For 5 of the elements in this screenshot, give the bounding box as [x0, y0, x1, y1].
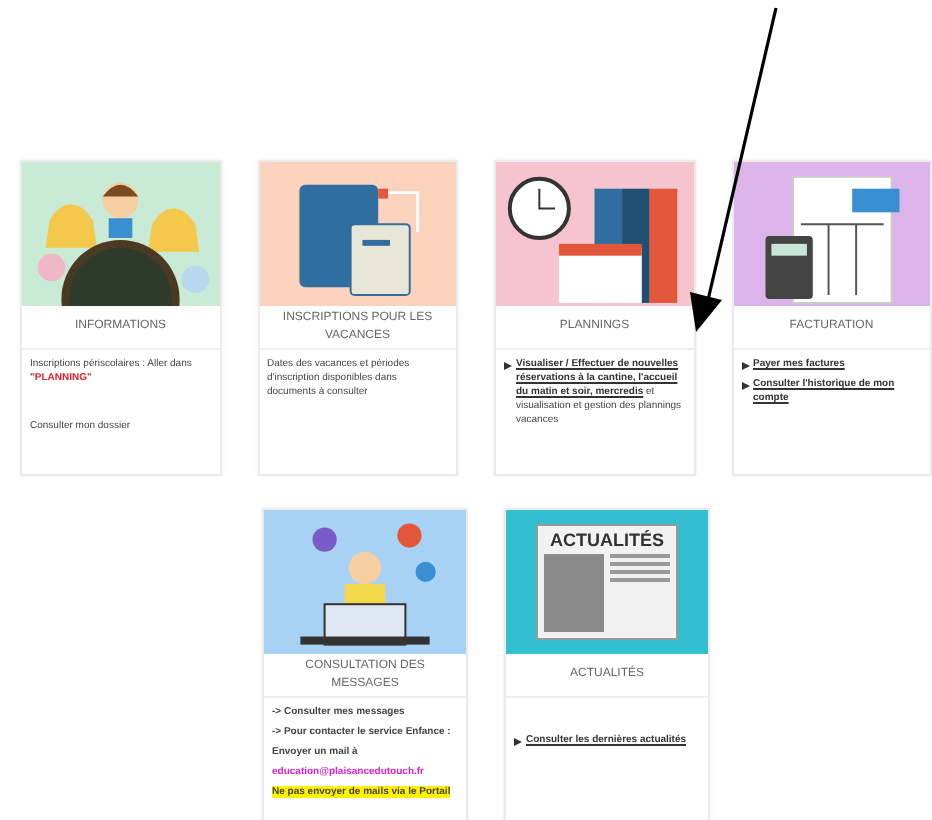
newspaper-drawing: ACTUALITÉS [536, 524, 678, 640]
bullet-icon [741, 362, 749, 370]
bullet-icon [741, 382, 749, 390]
bullet-icon [504, 362, 512, 370]
bullet-icon [514, 738, 522, 746]
